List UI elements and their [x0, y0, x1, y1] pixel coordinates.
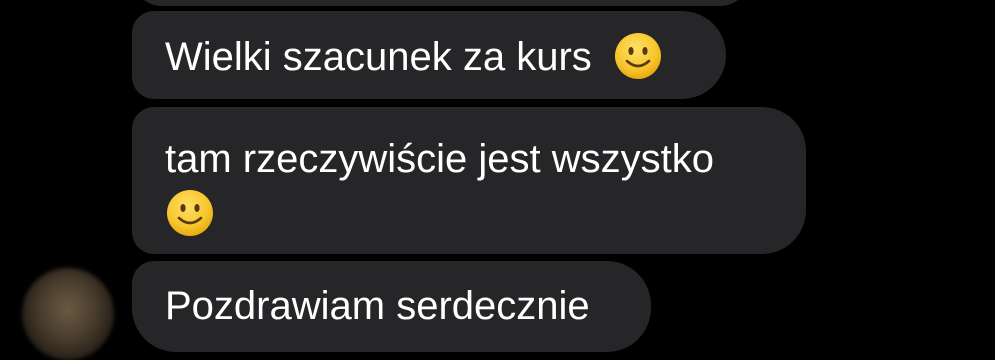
- slightly-smiling-face-icon: [614, 33, 661, 80]
- message-bubble[interactable]: Wielki szacunek za kurs: [132, 11, 726, 99]
- message-text-line: tam rzeczywiście jest wszystko: [165, 137, 714, 181]
- chat-thread: Wielki szacunek za kurs tam rzeczywiście…: [0, 0, 995, 360]
- sender-avatar[interactable]: [22, 268, 114, 360]
- message-bubble[interactable]: tam rzeczywiście jest wszystko: [132, 107, 806, 254]
- slightly-smiling-face-icon: [167, 190, 213, 237]
- message-text: Wielki szacunek za kurs: [165, 35, 592, 79]
- message-text: Pozdrawiam serdecznie: [165, 284, 590, 328]
- message-bubble-previous[interactable]: [132, 0, 750, 6]
- message-bubble[interactable]: Pozdrawiam serdecznie: [132, 261, 651, 352]
- message-text-line: [165, 183, 776, 237]
